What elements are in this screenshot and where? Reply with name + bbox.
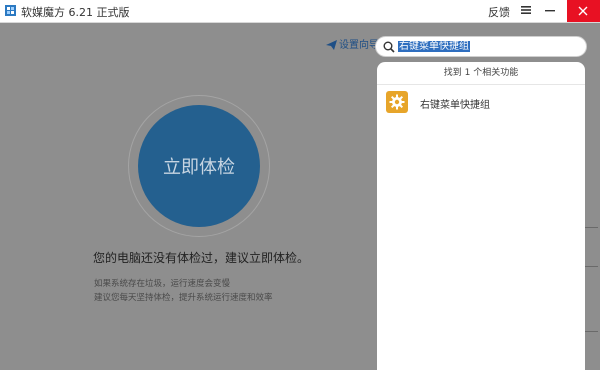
- tip-text: 如果系统存在垃圾，运行速度会变慢: [94, 279, 231, 289]
- divider: [584, 331, 598, 332]
- search-input[interactable]: 右键菜单快捷组: [398, 40, 578, 53]
- search-input-value: 右键菜单快捷组: [398, 41, 470, 52]
- feedback-link[interactable]: 反馈: [488, 4, 510, 20]
- results-count: 找到 1 个相关功能: [377, 62, 585, 85]
- result-item[interactable]: 右键菜单快捷组: [377, 88, 585, 118]
- title-bar: 软媒魔方 6.21 正式版 反馈: [0, 0, 600, 23]
- close-button[interactable]: [567, 0, 600, 22]
- app-title: 软媒魔方 6.21 正式版: [21, 6, 130, 19]
- paper-plane-icon: [326, 40, 337, 50]
- search-box[interactable]: 右键菜单快捷组: [375, 36, 587, 57]
- close-icon: [578, 6, 588, 16]
- gear-icon: [386, 91, 408, 113]
- tip-text: 建议您每天坚持体检，提升系统运行速度和效率: [94, 293, 273, 303]
- search-results-panel: 找到 1 个相关功能 右键菜单快捷组: [377, 62, 585, 370]
- divider: [584, 266, 598, 267]
- setup-wizard-link[interactable]: 设置向导: [326, 36, 379, 51]
- check-now-button[interactable]: 立即体检: [138, 105, 260, 227]
- status-title: 您的电脑还没有体检过，建议立即体检。: [93, 251, 310, 265]
- menu-icon[interactable]: [521, 5, 531, 15]
- minimize-icon[interactable]: [544, 5, 556, 15]
- search-icon: [383, 41, 395, 53]
- result-item-label: 右键菜单快捷组: [420, 100, 490, 111]
- app-logo-icon: [5, 5, 16, 16]
- divider: [584, 227, 598, 228]
- setup-wizard-label: 设置向导: [339, 40, 379, 51]
